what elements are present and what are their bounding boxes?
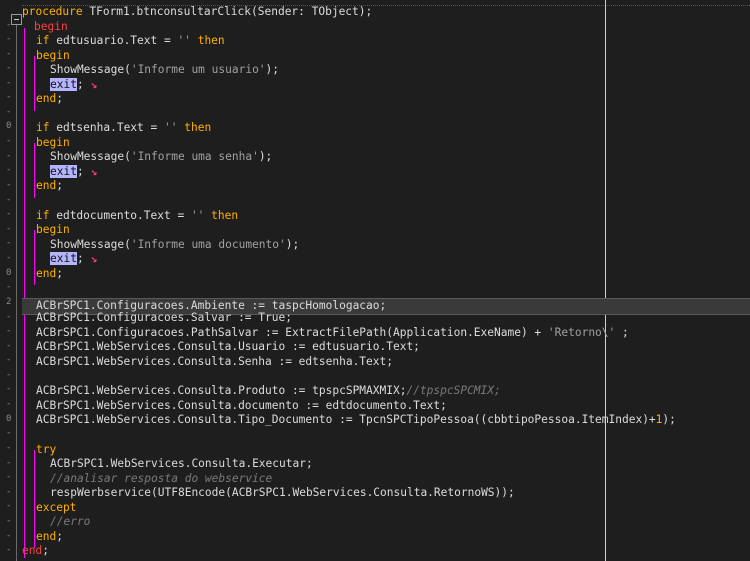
gutter-mark: - bbox=[6, 370, 12, 380]
gutter-mark: - bbox=[6, 399, 12, 409]
gutter-mark: - bbox=[6, 458, 12, 468]
gutter-mark: - bbox=[6, 49, 12, 59]
gutter-mark: - bbox=[6, 501, 12, 511]
code-line[interactable]: begin bbox=[22, 20, 750, 35]
gutter-mark: - bbox=[6, 545, 12, 555]
gutter-mark: - bbox=[6, 282, 12, 292]
code-line[interactable]: ACBrSPC1.WebServices.Consulta.Usuario :=… bbox=[22, 340, 750, 355]
code-line[interactable]: try bbox=[22, 443, 750, 458]
code-line[interactable]: begin bbox=[22, 223, 750, 238]
code-editor[interactable]: - - - - - - -0- - - - - - - - -0-2- - - - - - -0- - - - - - - - - pro… bbox=[0, 0, 750, 561]
code-line[interactable]: except bbox=[22, 501, 750, 516]
code-line[interactable]: end; bbox=[22, 267, 750, 282]
gutter-mark: - bbox=[6, 384, 12, 394]
code-line[interactable]: ACBrSPC1.Configuracoes.Salvar := True; bbox=[22, 311, 750, 326]
code-line[interactable]: if edtusuario.Text = '' then bbox=[22, 34, 750, 49]
gutter-mark: - bbox=[6, 253, 12, 263]
gutter-mark: - bbox=[6, 20, 12, 30]
gutter-mark: - bbox=[6, 165, 12, 175]
code-line[interactable]: end; bbox=[22, 92, 750, 107]
gutter-mark: - bbox=[6, 428, 12, 438]
gutter-mark: - bbox=[6, 326, 12, 336]
code-line[interactable]: ACBrSPC1.WebServices.Consulta.Produto :=… bbox=[22, 384, 750, 399]
code-line[interactable]: end; bbox=[22, 530, 750, 545]
gutter-mark: - bbox=[6, 151, 12, 161]
gutter-mark: - bbox=[6, 312, 12, 322]
code-line[interactable]: exit; ↘ bbox=[22, 252, 750, 267]
code-line[interactable]: procedure TForm1.btnconsultarClick(Sende… bbox=[22, 5, 750, 20]
gutter-mark: - bbox=[6, 472, 12, 482]
code-line[interactable]: ShowMessage('Informe um usuario'); bbox=[22, 63, 750, 78]
gutter-mark: 2 bbox=[6, 297, 12, 307]
gutter-mark: - bbox=[6, 238, 12, 248]
gutter-mark: - bbox=[6, 34, 12, 44]
code-line[interactable]: exit; ↘ bbox=[22, 78, 750, 93]
gutter-mark: 0 bbox=[6, 121, 12, 131]
gutter-mark: - bbox=[6, 92, 12, 102]
code-line[interactable]: ACBrSPC1.Configuracoes.PathSalvar := Ext… bbox=[22, 326, 750, 341]
code-line[interactable]: exit; ↘ bbox=[22, 165, 750, 180]
gutter-mark: - bbox=[6, 180, 12, 190]
code-line[interactable]: //analisar resposta do webservice bbox=[22, 472, 750, 487]
code-line[interactable]: end; bbox=[22, 179, 750, 194]
gutter-mark: - bbox=[6, 209, 12, 219]
code-line[interactable]: ShowMessage('Informe uma documento'); bbox=[22, 238, 750, 253]
gutter-mark: - bbox=[6, 355, 12, 365]
code-line[interactable]: ACBrSPC1.WebServices.Consulta.Senha := e… bbox=[22, 355, 750, 370]
code-line[interactable]: ACBrSPC1.WebServices.Consulta.documento … bbox=[22, 399, 750, 414]
code-line[interactable]: ShowMessage('Informe uma senha'); bbox=[22, 150, 750, 165]
code-line[interactable]: begin bbox=[22, 49, 750, 64]
gutter-mark: - bbox=[6, 78, 12, 88]
gutter-mark: 0 bbox=[6, 268, 12, 278]
code-line[interactable]: if edtsenha.Text = '' then bbox=[22, 121, 750, 136]
code-line[interactable]: ACBrSPC1.WebServices.Consulta.Executar; bbox=[22, 457, 750, 472]
gutter-mark: - bbox=[6, 443, 12, 453]
code-line[interactable]: begin bbox=[22, 136, 750, 151]
gutter-mark: - bbox=[6, 531, 12, 541]
code-line[interactable]: respWerbservice(UTF8Encode(ACBrSPC1.WebS… bbox=[22, 486, 750, 501]
gutter-mark: - bbox=[6, 341, 12, 351]
gutter-mark: - bbox=[6, 224, 12, 234]
gutter-mark: - bbox=[6, 63, 12, 73]
code-line[interactable]: end; bbox=[22, 544, 750, 559]
gutter-mark: - bbox=[6, 136, 12, 146]
gutter-mark: - bbox=[6, 107, 12, 117]
code-line[interactable]: ACBrSPC1.WebServices.Consulta.Tipo_Docum… bbox=[22, 413, 750, 428]
gutter-mark: - bbox=[6, 195, 12, 205]
gutter-mark: 0 bbox=[6, 414, 12, 424]
code-line[interactable]: //erro bbox=[22, 515, 750, 530]
code-line[interactable]: if edtdocumento.Text = '' then bbox=[22, 209, 750, 224]
gutter-mark: - bbox=[6, 516, 12, 526]
gutter-mark: - bbox=[6, 487, 12, 497]
